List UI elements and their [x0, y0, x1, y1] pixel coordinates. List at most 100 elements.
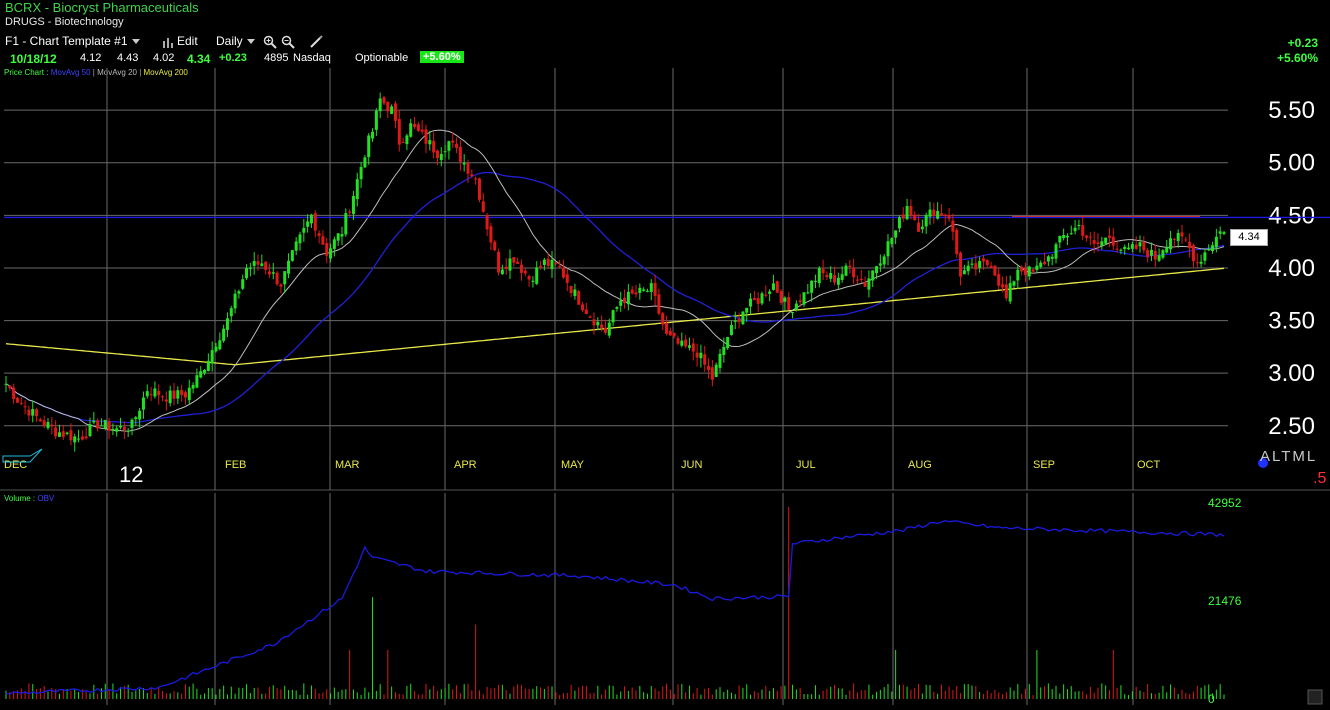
candle-body [264, 261, 268, 270]
candle-body [913, 214, 917, 221]
stock-chart[interactable]: 2.503.003.504.004.505.005.5002147642952D… [0, 0, 1330, 710]
candle-body [77, 438, 81, 440]
candle-body [596, 321, 600, 326]
candle-body [680, 340, 684, 346]
candle-body [1107, 235, 1111, 238]
candle-body [336, 233, 340, 241]
candle-body [1088, 236, 1092, 238]
altml-label[interactable]: ALTML [1260, 448, 1317, 465]
candle-body [382, 97, 386, 104]
candle-body [649, 283, 653, 292]
candle-body [1138, 242, 1142, 247]
candle-body [791, 311, 795, 313]
candle-body [332, 239, 336, 249]
candle-body [290, 250, 294, 261]
candle-body [665, 322, 669, 334]
candle-body [424, 129, 428, 144]
candle-body [894, 230, 898, 238]
candle-body [8, 385, 12, 389]
candle-body [875, 266, 879, 274]
candle-body [31, 409, 35, 416]
candle-body [145, 391, 149, 397]
candle-body [569, 285, 573, 294]
candle-body [302, 227, 306, 233]
candle-body [485, 215, 489, 230]
candle-body [1111, 236, 1115, 246]
candle-body [477, 178, 481, 200]
candle-body [504, 266, 508, 269]
candle-body [634, 292, 638, 295]
candle-body [161, 396, 165, 398]
candle-body [103, 420, 107, 429]
candle-body [180, 390, 184, 396]
candle-body [718, 353, 722, 368]
candle-body [1027, 266, 1031, 277]
candle-body [325, 243, 329, 256]
candle-body [962, 270, 966, 275]
candle-body [1218, 231, 1222, 234]
candle-body [42, 420, 46, 426]
candle-body [729, 324, 733, 335]
candle-body [374, 110, 378, 130]
candle-body [936, 210, 940, 219]
candle-body [970, 263, 974, 265]
candle-body [1004, 284, 1008, 299]
candle-body [435, 150, 439, 159]
candle-body [981, 258, 985, 262]
candle-body [214, 346, 218, 352]
candle-body [985, 260, 989, 266]
candle-body [252, 261, 256, 266]
candle-body [684, 339, 688, 347]
candle-body [959, 252, 963, 277]
candle-body [581, 304, 585, 311]
candle-body [306, 221, 310, 227]
volume-tick-label: 21476 [1208, 594, 1242, 608]
candle-body [61, 431, 65, 437]
candle-body [1031, 269, 1035, 272]
candle-body [1123, 246, 1127, 250]
candle-body [23, 406, 27, 408]
candle-body [267, 271, 271, 275]
candle-body [1054, 244, 1058, 259]
candle-body [840, 274, 844, 280]
candle-body [294, 241, 298, 251]
y-tick-label: 4.50 [1268, 202, 1315, 229]
candle-body [451, 140, 455, 143]
candle-body [497, 251, 501, 273]
candle-body [813, 280, 817, 282]
candle-body [96, 420, 100, 429]
candle-body [531, 280, 535, 282]
candle-body [745, 307, 749, 313]
candle-body [928, 209, 932, 217]
candle-body [1065, 235, 1069, 238]
candle-body [443, 151, 447, 153]
candle-body [210, 350, 214, 364]
candle-body [577, 291, 581, 305]
candle-body [329, 248, 333, 259]
x-tick-label: MAY [561, 459, 585, 471]
candle-body [707, 365, 711, 370]
candle-body [920, 226, 924, 230]
x-tick-label: DEC [4, 459, 27, 471]
candle-body [829, 272, 833, 279]
candle-body [886, 241, 890, 257]
candle-body [871, 270, 875, 281]
candle-body [810, 280, 814, 293]
candle-body [508, 258, 512, 271]
candle-body [737, 318, 741, 323]
candle-body [248, 267, 252, 269]
candle-body [432, 140, 436, 153]
candle-body [1172, 238, 1176, 240]
candle-body [1134, 244, 1138, 249]
candle-body [1180, 232, 1184, 237]
candle-body [99, 425, 103, 427]
candle-body [542, 259, 546, 265]
candle-body [92, 420, 96, 423]
candle-body [493, 241, 497, 251]
candle-body [917, 222, 921, 232]
candle-body [783, 297, 787, 302]
candle-body [317, 233, 321, 236]
candle-body [107, 421, 111, 431]
candle-body [642, 289, 646, 291]
y-tick-label: 5.00 [1268, 150, 1315, 177]
